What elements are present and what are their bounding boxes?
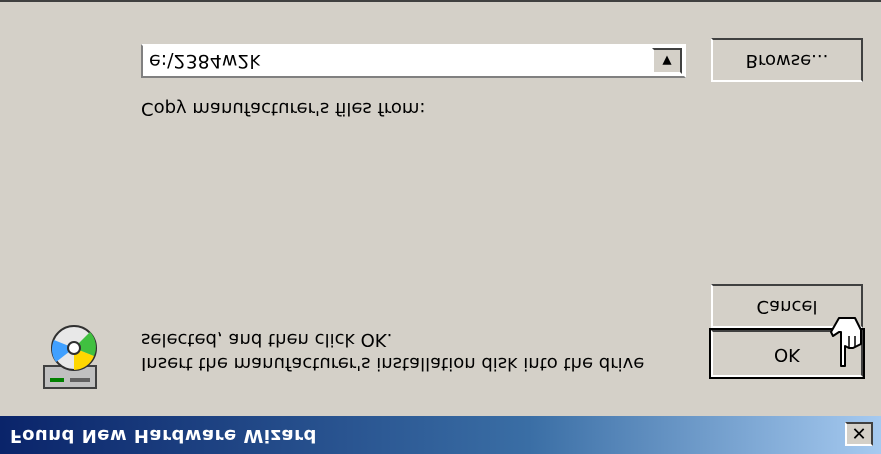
copy-from-input[interactable] [145, 48, 653, 74]
copy-from-combobox[interactable]: ▼ [141, 44, 686, 78]
close-button[interactable]: ✕ [845, 422, 873, 446]
found-new-hardware-dialog: Found New Hardware Wizard ✕ Insert the m… [0, 0, 881, 454]
cd-drive-icon [43, 325, 97, 389]
dropdown-arrow-button[interactable]: ▼ [652, 48, 682, 74]
instruction-line-2: selected, and then click OK. [141, 329, 393, 350]
chevron-down-icon: ▼ [662, 54, 672, 68]
hand-cursor-icon [830, 317, 862, 367]
instruction-line-1: Insert the manufacturer's installation d… [141, 353, 645, 374]
window-title: Found New Hardware Wizard [10, 425, 317, 446]
browse-button[interactable]: Browse... [711, 38, 863, 82]
copy-from-label: Copy manufacturer's files from: [141, 98, 426, 119]
title-bar[interactable]: Found New Hardware Wizard ✕ [0, 416, 881, 454]
